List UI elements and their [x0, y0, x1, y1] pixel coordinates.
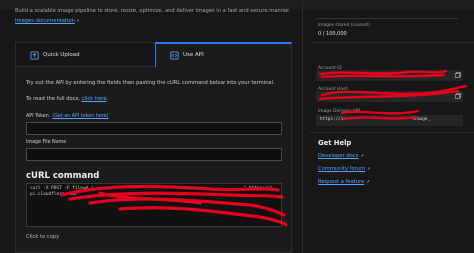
images-documentation-link[interactable]: Images documentation↗ [15, 18, 79, 24]
help-link-community-forum[interactable]: Community forum ↗ [318, 166, 371, 172]
external-link-icon: ↗ [75, 18, 80, 23]
tab-quick-upload-label: Quick Upload [43, 51, 80, 58]
help-link-developer-docs[interactable]: Developer docs ↗ [318, 153, 364, 159]
api-instruction: Try out the API by entering the fields t… [26, 80, 275, 86]
help-link-request-feature[interactable]: Request a feature ↗ [318, 179, 370, 185]
red-redaction-scribble [60, 184, 288, 227]
upload-icon [30, 50, 39, 60]
get-help-heading: Get Help [318, 139, 352, 147]
images-documentation-link-text[interactable]: Images documentation [15, 18, 75, 24]
images-stored-label: Images stored (current) [318, 23, 370, 28]
tab-use-api[interactable]: Use API [155, 42, 292, 67]
page-description: Build a scalable image pipeline to store… [15, 8, 291, 14]
tab-quick-upload[interactable]: Quick Upload [15, 42, 155, 67]
request-feature-link[interactable]: Request a feature [318, 179, 364, 185]
external-link-icon: ↗ [367, 166, 371, 171]
click-here-link[interactable]: click here [82, 96, 107, 102]
tab-divider [15, 66, 155, 67]
sidebar-divider [310, 42, 474, 43]
api-token-label-text: API Token [26, 114, 49, 119]
external-link-icon: ↗ [366, 179, 370, 184]
external-link-icon: ↗ [360, 153, 364, 158]
docs-sentence: To read the full docs, click here. [26, 96, 108, 102]
red-redaction-scribble [318, 84, 468, 101]
sidebar-divider [310, 132, 474, 133]
red-redaction-scribble [340, 109, 420, 121]
docs-sentence-prefix: To read the full docs, [26, 96, 80, 102]
image-file-name-input[interactable] [26, 148, 282, 161]
red-redaction-scribble [318, 69, 448, 79]
images-stored-gauge [316, 18, 458, 19]
developer-docs-link[interactable]: Developer docs [318, 153, 358, 159]
column-divider [302, 0, 303, 253]
community-forum-link[interactable]: Community forum [318, 166, 365, 172]
code-icon [170, 51, 179, 60]
api-token-label: API Token (Get an API token here) [26, 114, 108, 120]
docs-sentence-suffix: . [106, 96, 109, 102]
api-token-input[interactable] [26, 122, 282, 135]
copy-account-id-icon[interactable] [455, 72, 461, 78]
image-file-name-label: Image File Name [26, 140, 67, 145]
click-to-copy-hint[interactable]: Click to copy [26, 234, 59, 240]
tab-use-api-label: Use API [183, 52, 204, 59]
curl-command-heading: cURL command [26, 171, 100, 181]
get-api-token-link[interactable]: (Get an API token here) [52, 114, 108, 119]
images-stored-value: 0 / 100,000 [318, 31, 347, 37]
